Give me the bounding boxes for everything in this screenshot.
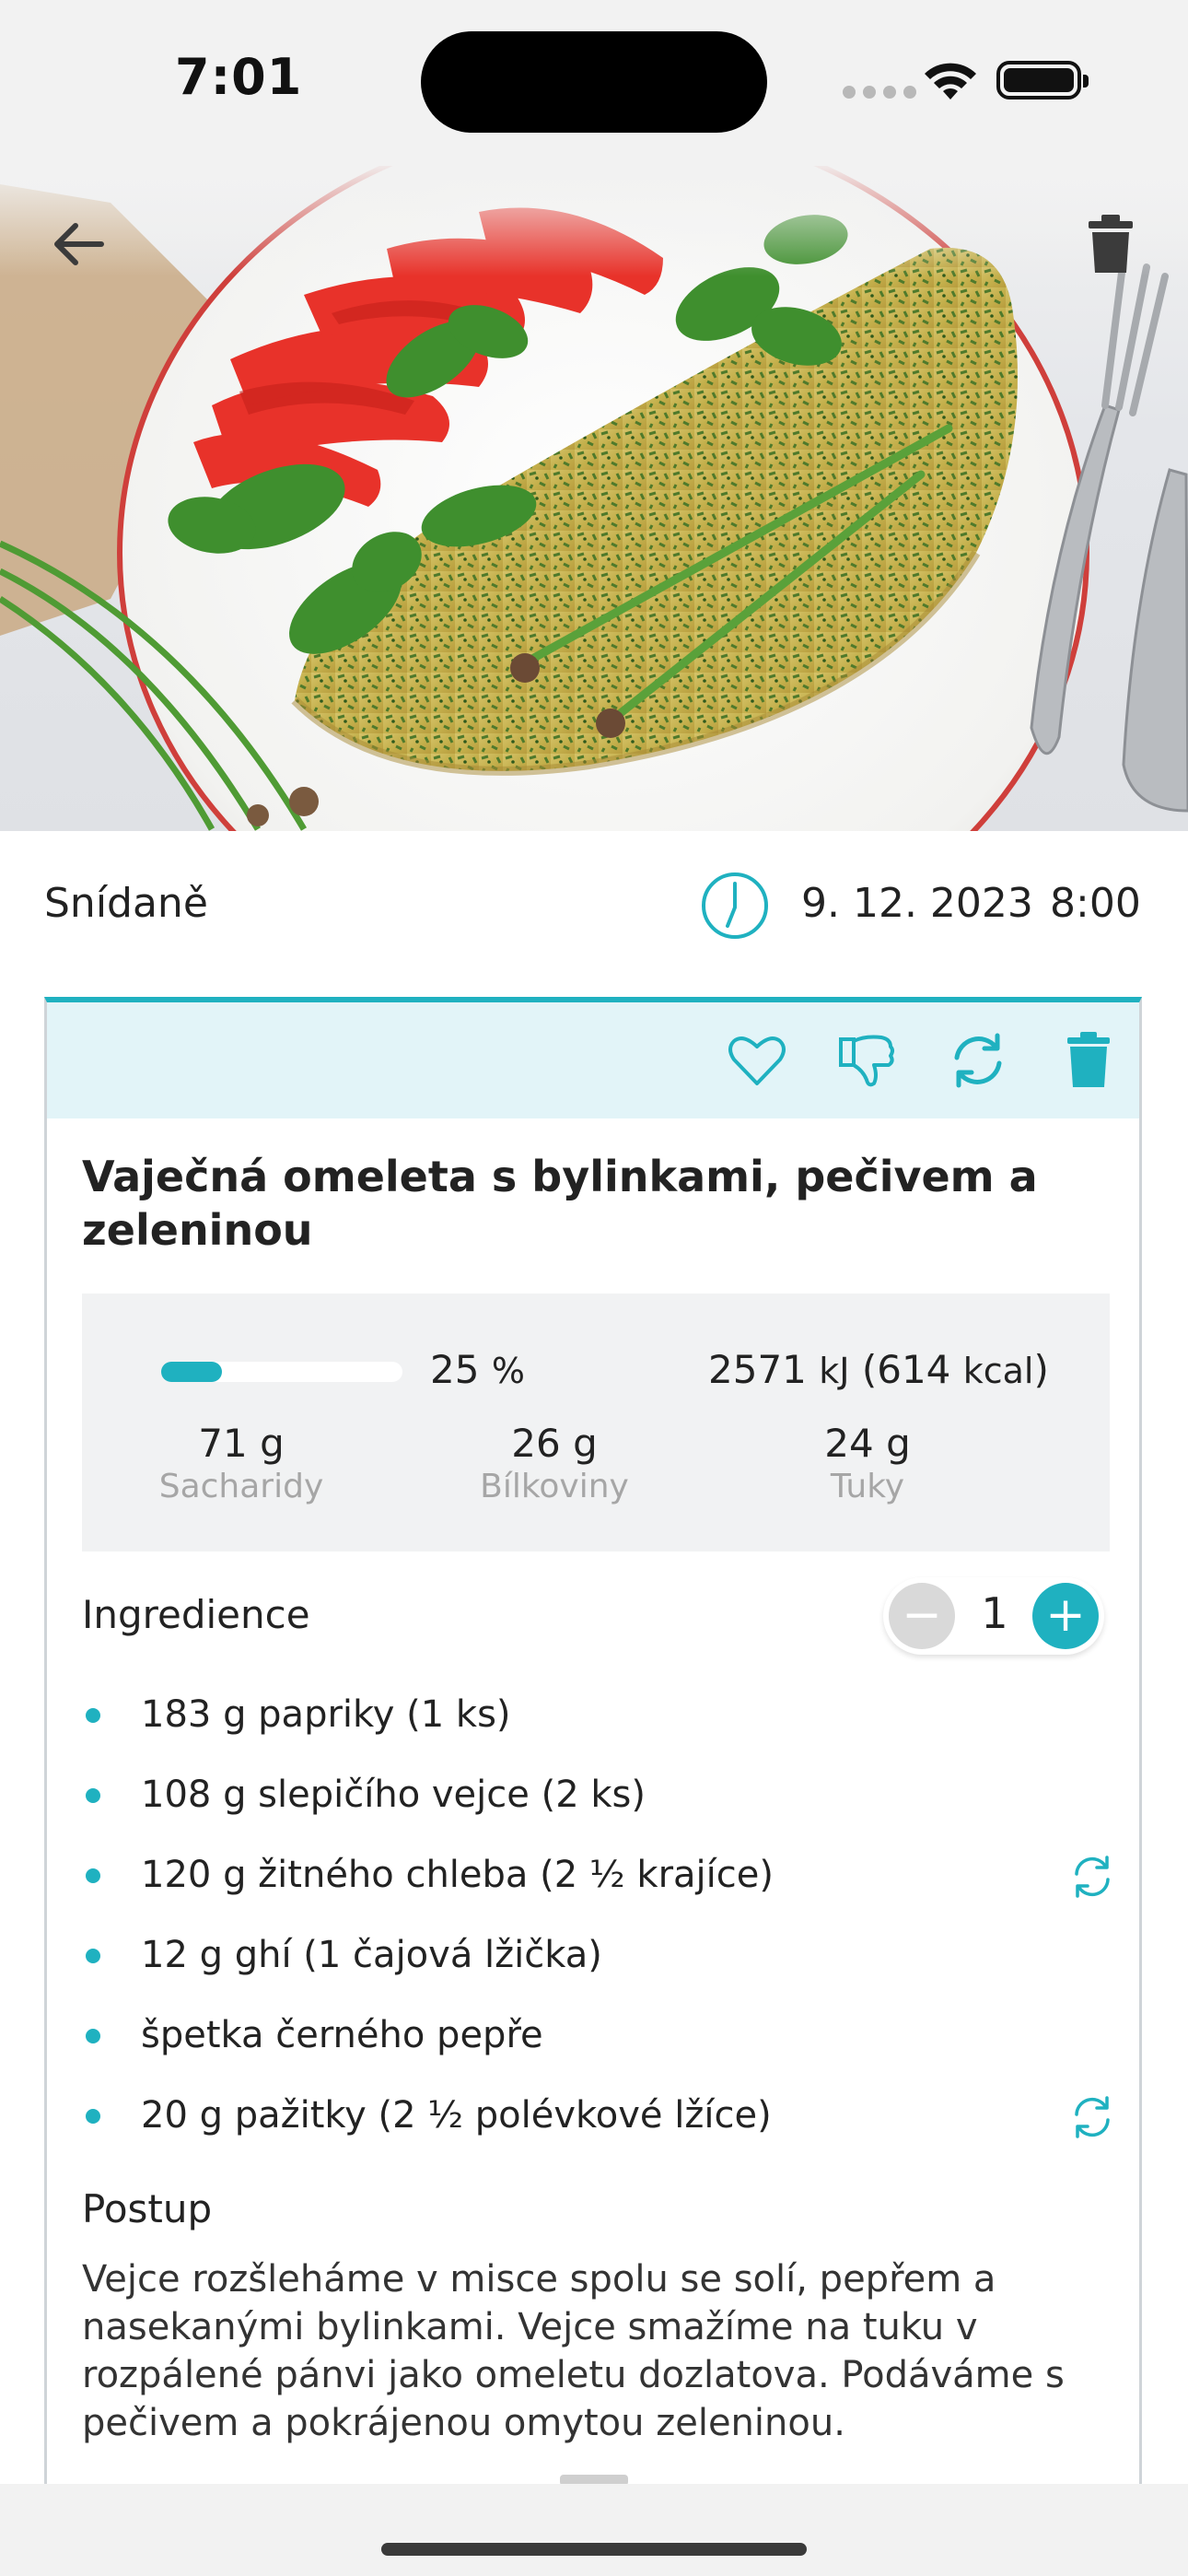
- ingredients-heading: Ingredience: [82, 1592, 310, 1637]
- decrease-portion-button[interactable]: −: [889, 1583, 955, 1649]
- recipe-title: Vaječná omeleta s bylinkami, pečivem a z…: [82, 1152, 1038, 1255]
- home-indicator[interactable]: [381, 2543, 807, 2556]
- daily-share-percent: 25 %: [430, 1347, 525, 1392]
- ingredient-item: 12 g ghí (1 čajová lžička): [47, 1925, 1139, 2005]
- portion-quantity: 1: [981, 1588, 1008, 1638]
- swap-icon[interactable]: [1069, 2094, 1115, 2140]
- battery-icon: [996, 61, 1089, 100]
- recipe-hero-image: [0, 166, 1188, 831]
- wifi-icon: [925, 63, 976, 100]
- hero-top-fade: [0, 166, 1188, 276]
- heart-icon[interactable]: [727, 1030, 787, 1091]
- ingredient-text: 20 g pažitky (2 ½ polévkové lžíce): [141, 2094, 772, 2137]
- ingredient-text: 12 g ghí (1 čajová lžička): [141, 1934, 602, 1976]
- increase-portion-button[interactable]: +: [1032, 1583, 1099, 1649]
- progress-fill: [161, 1362, 222, 1382]
- thumbs-down-icon[interactable]: [837, 1030, 898, 1091]
- recipe-toolbar: [47, 1002, 1139, 1118]
- clock-icon[interactable]: [700, 871, 770, 941]
- status-bar: 7:01: [0, 0, 1188, 166]
- cellular-signal-icon: [843, 85, 924, 102]
- bullet-icon: [86, 1788, 100, 1803]
- meal-date[interactable]: 9. 12. 2023: [801, 880, 1033, 927]
- ingredient-text: 183 g papriky (1 ks): [141, 1693, 511, 1736]
- ingredient-text: 120 g žitného chleba (2 ½ krajíce): [141, 1854, 774, 1896]
- trash-icon[interactable]: [1085, 212, 1136, 276]
- recipe-card: Vaječná omeleta s bylinkami, pečivem a z…: [44, 997, 1142, 2576]
- macro-fat: 24 g Tuky: [824, 1421, 911, 1505]
- bullet-icon: [86, 1708, 100, 1723]
- procedure-text: Vejce rozšleháme v misce spolu se solí, …: [82, 2258, 1065, 2444]
- bullet-icon: [86, 1868, 100, 1883]
- procedure-heading: Postup: [82, 2186, 213, 2231]
- ingredient-item: špetka černého pepře: [47, 2005, 1139, 2085]
- meal-type-label: Snídaně: [44, 880, 208, 927]
- ingredient-text: špetka černého pepře: [141, 2014, 543, 2056]
- portion-stepper: − 1 +: [883, 1577, 1104, 1655]
- ingredient-item: 108 g slepičího vejce (2 ks): [47, 1764, 1139, 1844]
- ingredient-list: 183 g papriky (1 ks) 108 g slepičího vej…: [47, 1684, 1139, 2165]
- refresh-icon[interactable]: [948, 1030, 1008, 1091]
- bottom-safe-area: [0, 2484, 1188, 2576]
- dynamic-island: [421, 31, 767, 133]
- daily-share-progress: [161, 1362, 402, 1382]
- bullet-icon: [86, 2109, 100, 2124]
- ingredient-item: 120 g žitného chleba (2 ½ krajíce): [47, 1844, 1139, 1925]
- ingredient-item: 20 g pažitky (2 ½ polévkové lžíce): [47, 2085, 1139, 2165]
- meal-time[interactable]: 8:00: [1050, 880, 1141, 927]
- macro-protein: 26 g Bílkoviny: [480, 1421, 629, 1505]
- status-time: 7:01: [175, 48, 303, 106]
- swap-icon[interactable]: [1069, 1854, 1115, 1900]
- trash-icon[interactable]: [1058, 1030, 1119, 1091]
- bullet-icon: [86, 2029, 100, 2043]
- bullet-icon: [86, 1949, 100, 1963]
- ingredient-item: 183 g papriky (1 ks): [47, 1684, 1139, 1764]
- ingredient-text: 108 g slepičího vejce (2 ks): [141, 1774, 646, 1816]
- macro-carbs: 71 g Sacharidy: [158, 1421, 324, 1505]
- nutrition-summary: 25 % 2571 kJ (614 kcal) 71 g Sacharidy 2…: [82, 1294, 1110, 1551]
- back-arrow-icon[interactable]: [46, 212, 111, 276]
- energy-value: 2571 kJ (614 kcal): [708, 1347, 1049, 1392]
